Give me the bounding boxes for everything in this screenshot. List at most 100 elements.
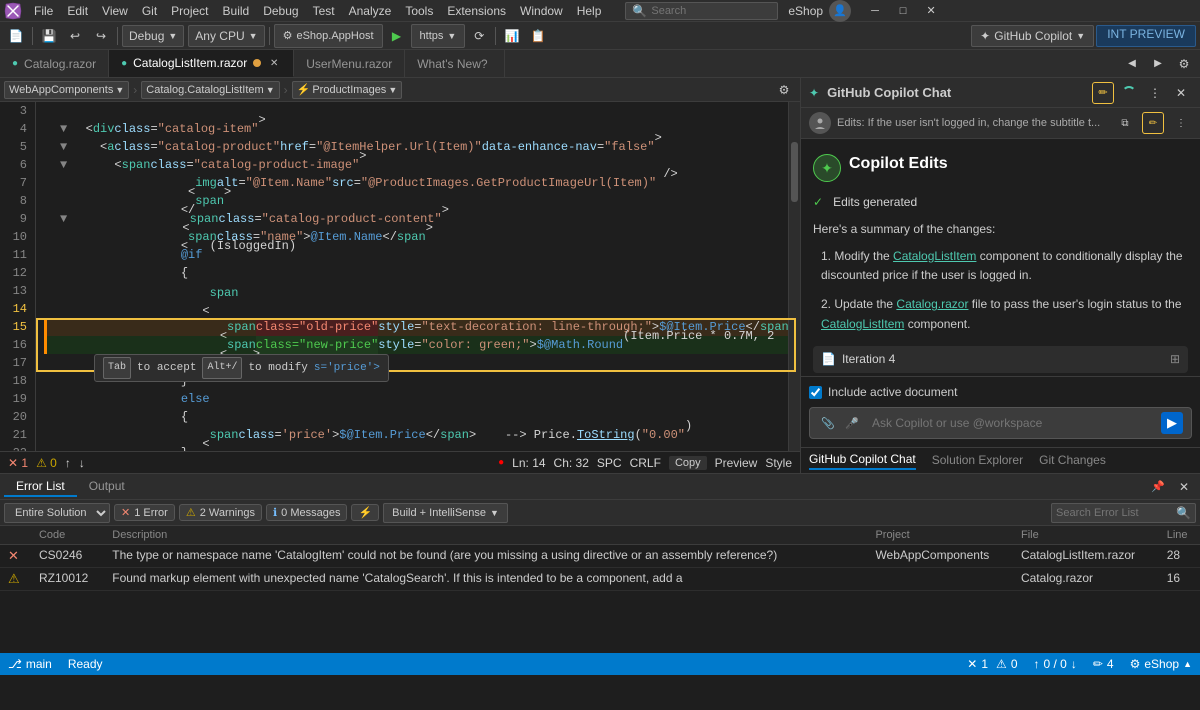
copilot-send-button[interactable]: ▶ (1161, 412, 1183, 434)
cpu-dropdown[interactable]: Any CPU ▼ (188, 25, 264, 47)
scrollbar-thumb[interactable] (791, 142, 798, 202)
menu-window[interactable]: Window (514, 2, 569, 20)
error-count-badge[interactable]: ✕ 1 Error (114, 504, 175, 521)
user-avatar[interactable]: 👤 (829, 0, 851, 22)
tab-whatsnew[interactable]: What's New? (405, 50, 505, 77)
copilot-link-catalog[interactable]: Catalog.razor (896, 297, 968, 311)
error1-line-cell: 28 (1159, 545, 1200, 568)
toolbar-undo-btn[interactable]: ↩ (63, 24, 87, 48)
tab-scroll-left[interactable]: ◀ (1120, 52, 1144, 76)
message-count-badge[interactable]: ℹ 0 Messages (266, 504, 348, 521)
close-panel-btn[interactable]: ✕ (1172, 475, 1196, 499)
menu-edit[interactable]: Edit (61, 2, 94, 20)
menu-view[interactable]: View (96, 2, 134, 20)
line-num-21: 21 (8, 426, 27, 444)
error-row-1[interactable]: ✕ CS0246 The type or namespace name 'Cat… (0, 545, 1200, 568)
include-doc-checkbox[interactable] (809, 386, 822, 399)
int-preview-button[interactable]: INT PREVIEW (1096, 25, 1196, 47)
copilot-edit-toggle-btn[interactable]: ✏ (1092, 82, 1114, 104)
preview-indicator[interactable]: Preview (715, 456, 758, 470)
menu-debug[interactable]: Debug (257, 2, 304, 20)
tab-settings[interactable]: ⚙ (1172, 52, 1196, 76)
breadcrumb-component[interactable]: WebAppComponents ▼ (4, 81, 129, 99)
error-scope-dropdown[interactable]: Entire Solution (4, 503, 110, 523)
editor-code-area[interactable]: 3 4 5 6 7 8 9 10 11 12 13 14 15 16 17 18… (0, 102, 800, 451)
toolbar-new-btn[interactable]: 📄 (4, 24, 28, 48)
copilot-edit-message-btn[interactable]: ✏ (1142, 112, 1164, 134)
nav-down-btn[interactable]: ↓ (79, 456, 85, 470)
solution-explorer-tab[interactable]: Solution Explorer (932, 453, 1023, 469)
error-indicator[interactable]: ✕ 1 (8, 456, 28, 470)
run-url-btn[interactable]: https ▼ (411, 24, 466, 48)
error-row-2[interactable]: ⚠ RZ10012 Found markup element with unex… (0, 568, 1200, 591)
debug-config-dropdown[interactable]: Debug ▼ (122, 25, 184, 47)
copilot-content-area[interactable]: ✦ Copilot Edits ✓ Edits generated Here's… (801, 139, 1200, 376)
copy-button[interactable]: Copy (669, 456, 707, 470)
menu-analyze[interactable]: Analyze (343, 2, 398, 20)
menu-search[interactable]: 🔍 (625, 2, 778, 20)
menu-git[interactable]: Git (136, 2, 163, 20)
breadcrumb-class[interactable]: Catalog.CatalogListItem ▼ (141, 81, 279, 99)
copilot-iteration-row[interactable]: 📄 Iteration 4 ⊞ (813, 346, 1188, 373)
toolbar-refresh-btn[interactable]: ⟳ (467, 24, 491, 48)
output-tab[interactable]: Output (77, 477, 137, 497)
toolbar-redo-btn[interactable]: ↪ (89, 24, 113, 48)
error-search-input[interactable] (1056, 507, 1176, 519)
copilot-input[interactable] (872, 416, 1155, 430)
copilot-link-cataloglistitem[interactable]: CatalogListItem (893, 249, 976, 263)
copy-message-btn[interactable]: ⧉ (1114, 112, 1136, 134)
editor-scrollbar[interactable] (788, 102, 800, 451)
tab-catalog-razor[interactable]: ● Catalog.razor (0, 50, 109, 77)
attach-icon[interactable]: 📎 (818, 413, 838, 433)
project-section[interactable]: ⚙ eShop ▲ (1130, 657, 1192, 671)
message-menu-btn[interactable]: ⋮ (1170, 112, 1192, 134)
copilot-refresh-btn[interactable] (1118, 82, 1140, 104)
build-mode-dropdown[interactable]: Build + IntelliSense ▼ (383, 503, 508, 523)
mic-icon[interactable]: 🎤 (842, 413, 862, 433)
toolbar-misc2-btn[interactable]: 📋 (526, 24, 550, 48)
pin-panel-btn[interactable]: 📌 (1146, 475, 1170, 499)
app-host-btn[interactable]: ⚙ eShop.AppHost (274, 24, 383, 48)
gh-copilot-button[interactable]: ✦ GitHub Copilot ▼ (971, 25, 1094, 47)
tab-catalog-listitem[interactable]: ● CatalogListItem.razor ✕ (109, 50, 294, 77)
menu-search-input[interactable] (651, 5, 771, 17)
style-indicator[interactable]: Style (765, 456, 792, 470)
status-errors-section[interactable]: ✕ 1 ⚠ 0 (967, 657, 1017, 671)
menu-build[interactable]: Build (217, 2, 256, 20)
maximize-button[interactable]: □ (889, 0, 917, 22)
git-changes-tab[interactable]: Git Changes (1039, 453, 1106, 469)
intellisense-icon-btn[interactable]: ⚡ (351, 504, 379, 521)
edits-section[interactable]: ✏ 4 (1093, 657, 1114, 671)
error-search[interactable]: 🔍 (1051, 503, 1196, 523)
warning-count-badge[interactable]: ⚠ 2 Warnings (179, 504, 262, 521)
menu-extensions[interactable]: Extensions (441, 2, 512, 20)
error-list-tab[interactable]: Error List (4, 477, 77, 497)
copilot-close-btn[interactable]: ✕ (1170, 82, 1192, 104)
line-num-3: 3 (8, 102, 27, 120)
editor-toolbar-settings[interactable]: ⚙ (772, 78, 796, 102)
menu-test[interactable]: Test (307, 2, 341, 20)
editor-copilot-container: WebAppComponents ▼ › Catalog.CatalogList… (0, 78, 1200, 473)
menu-help[interactable]: Help (571, 2, 608, 20)
close-button[interactable]: ✕ (917, 0, 945, 22)
copilot-chat-tab[interactable]: GitHub Copilot Chat (809, 452, 916, 470)
warning-indicator[interactable]: ⚠ 0 (36, 456, 57, 470)
tab-usermenu[interactable]: UserMenu.razor (294, 50, 405, 77)
toolbar-save-btn[interactable]: 💾 (37, 24, 61, 48)
error2-code-cell: RZ10012 (31, 568, 104, 591)
tab-scroll-right[interactable]: ▶ (1146, 52, 1170, 76)
check-icon: ✓ (813, 193, 823, 212)
menu-tools[interactable]: Tools (399, 2, 439, 20)
git-branch-section[interactable]: ⎇ main (8, 657, 52, 671)
nav-up-btn[interactable]: ↑ (65, 456, 71, 470)
tab-close-icon[interactable]: ✕ (267, 56, 281, 70)
menu-file[interactable]: File (28, 2, 59, 20)
toolbar-misc1-btn[interactable]: 📊 (500, 24, 524, 48)
menu-project[interactable]: Project (165, 2, 214, 20)
minimize-button[interactable]: ─ (861, 0, 889, 22)
copilot-menu-btn[interactable]: ⋮ (1144, 82, 1166, 104)
breadcrumb-member[interactable]: ⚡ ProductImages ▼ (292, 81, 403, 99)
code-text-area[interactable]: Tab to accept Alt+/ to modify s='price'>… (36, 102, 800, 451)
copilot-link-cataloglistitem2[interactable]: CatalogListItem (821, 317, 904, 331)
run-btn[interactable]: ▶ (385, 24, 409, 48)
